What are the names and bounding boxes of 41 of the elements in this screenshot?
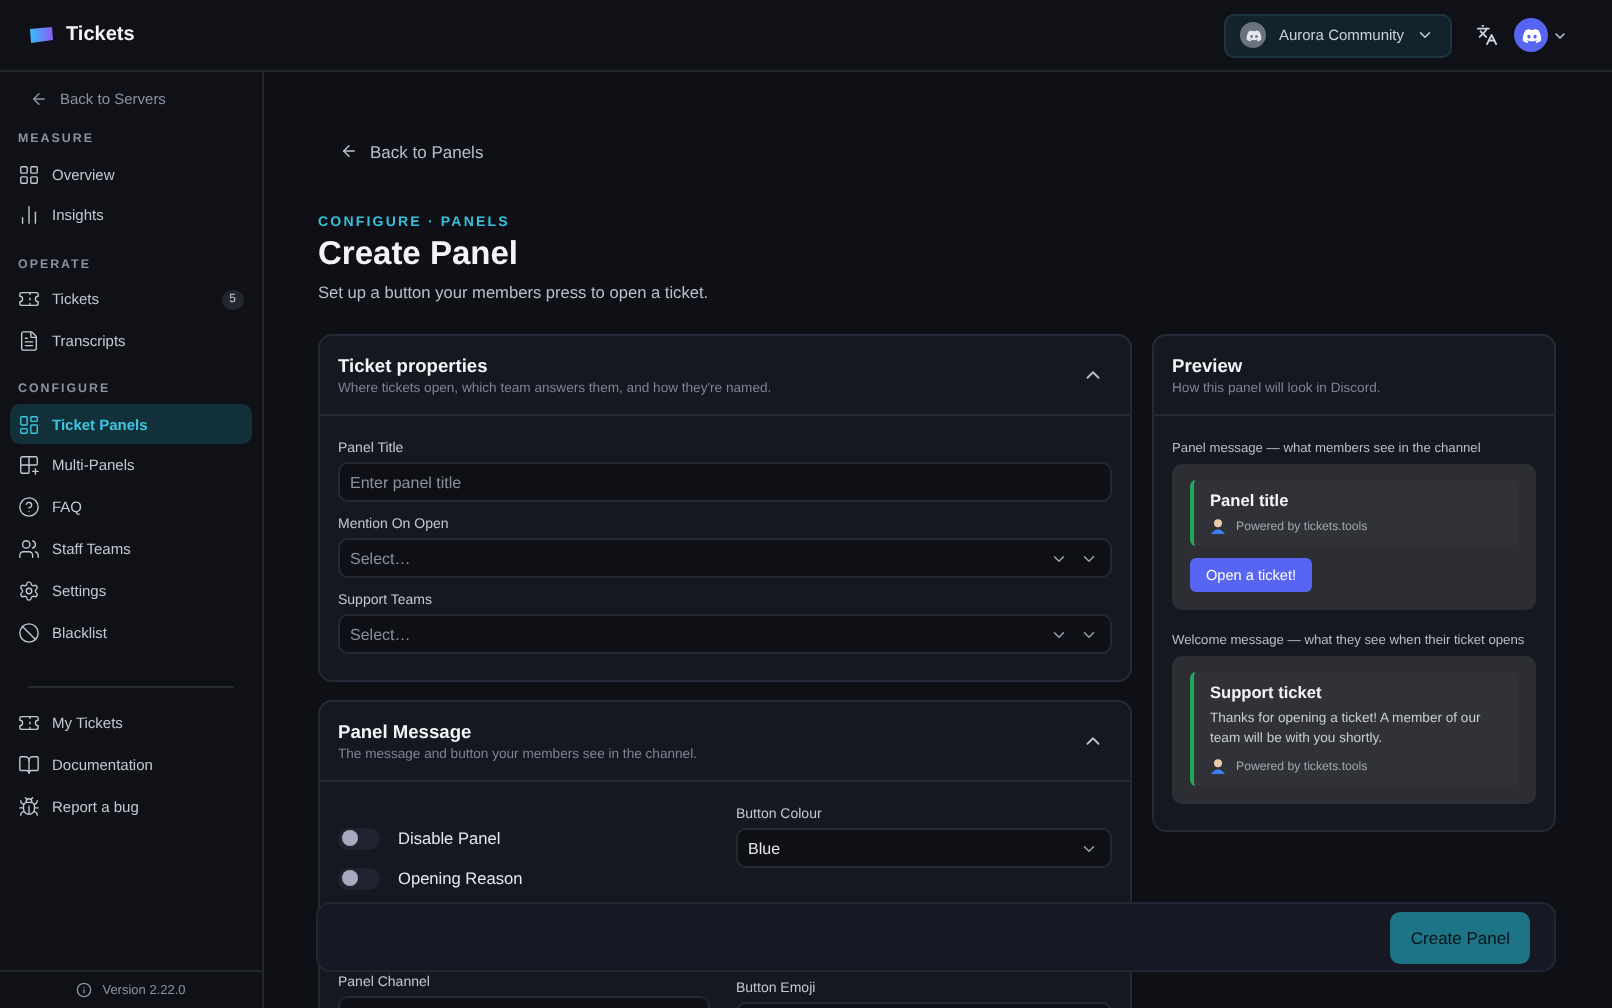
nav-icon bbox=[18, 796, 40, 819]
page-title: Create Panel bbox=[318, 236, 520, 274]
ticket-logo-icon bbox=[28, 26, 54, 44]
discord-logo-icon bbox=[1240, 22, 1267, 48]
card-title: Panel Message bbox=[338, 721, 474, 741]
chevron-down-icon bbox=[1416, 26, 1434, 44]
nav-icon bbox=[18, 204, 40, 227]
nav-icon bbox=[18, 538, 40, 561]
select-field[interactable]: Select… bbox=[338, 614, 1112, 654]
select-field[interactable]: Blue bbox=[736, 828, 1112, 868]
page-subtitle: Set up a button your members press to open a ticket. bbox=[318, 282, 711, 302]
arrow-left-icon bbox=[340, 142, 358, 160]
account-menu-button[interactable] bbox=[1514, 18, 1568, 52]
embed-title: Panel title bbox=[1210, 490, 1291, 510]
nav-icon bbox=[18, 712, 40, 735]
toggle-label[interactable]: Disable Panel bbox=[338, 818, 501, 858]
discord-avatar-icon bbox=[1514, 18, 1548, 52]
back-to-panels-link[interactable]: Back to Panels bbox=[340, 141, 484, 161]
embed-title: Support ticket bbox=[1210, 682, 1324, 702]
toggle-switch[interactable] bbox=[338, 827, 380, 849]
select-field[interactable]: Select… bbox=[338, 538, 1112, 578]
card-title: Ticket properties bbox=[338, 355, 490, 375]
nav-icon bbox=[18, 496, 40, 519]
arrow-left-icon bbox=[30, 89, 48, 107]
toggle-label[interactable]: Opening Reason bbox=[338, 858, 523, 898]
bot-avatar-icon bbox=[1210, 758, 1226, 774]
nav-icon bbox=[18, 579, 40, 602]
nav-icon bbox=[18, 413, 40, 436]
nav-icon bbox=[18, 754, 40, 777]
nav-icon bbox=[18, 288, 40, 311]
text-field[interactable]: Enter panel title bbox=[338, 462, 1112, 502]
nav-icon bbox=[18, 621, 40, 644]
toggle-switch[interactable] bbox=[338, 867, 380, 889]
nav-icon bbox=[18, 163, 40, 185]
bot-avatar-icon bbox=[1210, 518, 1226, 534]
language-button[interactable] bbox=[1476, 24, 1498, 46]
app-name: Tickets bbox=[66, 24, 135, 46]
nav-icon bbox=[18, 454, 40, 477]
nav-icon bbox=[18, 329, 40, 352]
card-title: Preview bbox=[1172, 355, 1245, 375]
info-icon bbox=[76, 982, 93, 998]
